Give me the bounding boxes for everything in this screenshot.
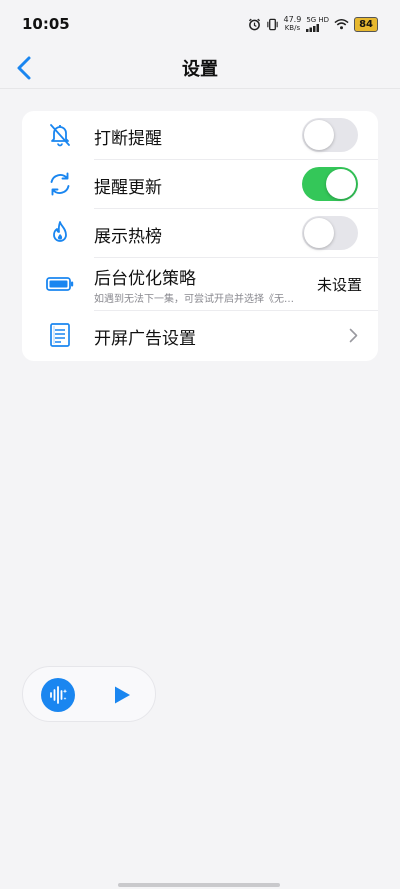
status-time: 10:05 (22, 15, 70, 33)
interrupt-reminder-toggle[interactable] (302, 118, 358, 152)
back-button[interactable] (12, 52, 36, 84)
setting-label: 展示热榜 (94, 227, 162, 247)
setting-row-show-hot-list: 展示热榜 (22, 209, 378, 258)
battery-indicator: 84 (354, 16, 378, 32)
chevron-right-icon (349, 328, 358, 343)
setting-row-reminder-update: 提醒更新 (22, 160, 378, 209)
speed-unit: KB/s (284, 24, 301, 32)
network-type: 5G HD (306, 15, 330, 24)
bell-off-icon (46, 121, 74, 149)
play-button[interactable] (109, 682, 135, 708)
setting-label: 后台优化策略 (94, 269, 196, 289)
battery-icon (46, 270, 74, 298)
sound-wave-icon (50, 686, 68, 704)
vibrate-icon (266, 18, 278, 30)
setting-label: 开屏广告设置 (94, 329, 196, 349)
setting-subtitle: 如遇到无法下一集，可尝试开启并选择《无… (94, 294, 294, 305)
page-title: 设置 (182, 59, 218, 80)
cellular-indicator: 5G HD (306, 15, 330, 32)
setting-label: 提醒更新 (94, 178, 162, 198)
setting-value: 未设置 (316, 276, 362, 294)
setting-row-interrupt-reminder: 打断提醒 (22, 111, 378, 160)
status-icons: 47.9 KB/s 5G HD 84 (248, 15, 378, 33)
show-hot-list-toggle[interactable] (302, 216, 358, 250)
signal-icon (306, 23, 320, 32)
setting-row-background-optimization[interactable]: 后台优化策略 如遇到无法下一集，可尝试开启并选择《无… 未设置 (22, 258, 378, 311)
setting-label: 打断提醒 (94, 129, 162, 149)
alarm-icon (248, 18, 260, 30)
play-icon (115, 686, 130, 704)
settings-card: 打断提醒 提醒更新 展示热榜 后台优化策略 如遇到无法下一集，可尝试开启并选择《… (22, 111, 378, 361)
chevron-left-icon (17, 56, 31, 80)
top-app-bar: 设置 (0, 48, 400, 89)
speed-value: 47.9 (283, 15, 302, 24)
voice-assistant-button[interactable] (41, 678, 75, 712)
network-speed: 47.9 KB/s (283, 15, 302, 33)
status-bar: 10:05 47.9 KB/s 5G HD 84 (0, 0, 400, 48)
flame-icon (46, 219, 74, 247)
floating-player (22, 666, 156, 722)
document-list-icon (46, 321, 74, 349)
refresh-icon (46, 170, 74, 198)
wifi-icon (334, 19, 349, 30)
home-indicator (118, 883, 280, 887)
reminder-update-toggle[interactable] (302, 167, 358, 201)
setting-row-splash-ad[interactable]: 开屏广告设置 (22, 311, 378, 360)
